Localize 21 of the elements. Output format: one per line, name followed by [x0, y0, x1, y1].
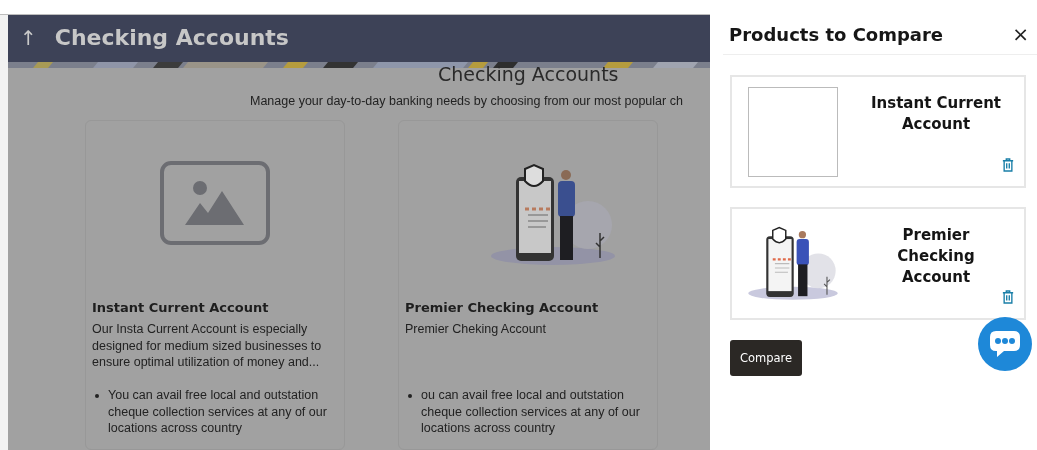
image-placeholder-icon — [160, 161, 270, 245]
feature-text: You can avail free local and outstation cheque collection services at any of our locations across country — [108, 387, 328, 437]
product-description: Premier Cheking Account — [405, 321, 548, 338]
back-button[interactable]: ↑ — [20, 25, 37, 50]
product-description: Our Insta Current Account is especially designed for medium sized businesses to ensure optimal utilization of money and... — [92, 321, 323, 371]
close-button[interactable]: × — [1012, 22, 1029, 46]
bullet-icon — [408, 394, 412, 398]
product-name: Premier Checking Account — [896, 225, 976, 288]
delete-icon[interactable] — [1002, 290, 1014, 304]
section-subheading: Manage your day-to-day banking needs by choosing from our most popular ch — [250, 94, 683, 108]
page-title: Checking Accounts — [54, 25, 289, 51]
chat-icon[interactable] — [978, 317, 1032, 371]
bullet-icon — [95, 394, 99, 398]
product-name: Instant Current Account — [869, 93, 1003, 135]
panel-title: Products to Compare — [729, 23, 944, 45]
section-heading: Checking Accounts — [438, 64, 619, 84]
product-name: Instant Current Account — [92, 300, 270, 315]
delete-icon[interactable] — [1002, 158, 1014, 172]
compare-button[interactable]: Compare — [730, 340, 803, 376]
product-name: Premier Checking Account — [405, 300, 600, 315]
feature-text: ou can avail free local and outstation cheque collection services at any of our locations across country — [421, 387, 641, 437]
